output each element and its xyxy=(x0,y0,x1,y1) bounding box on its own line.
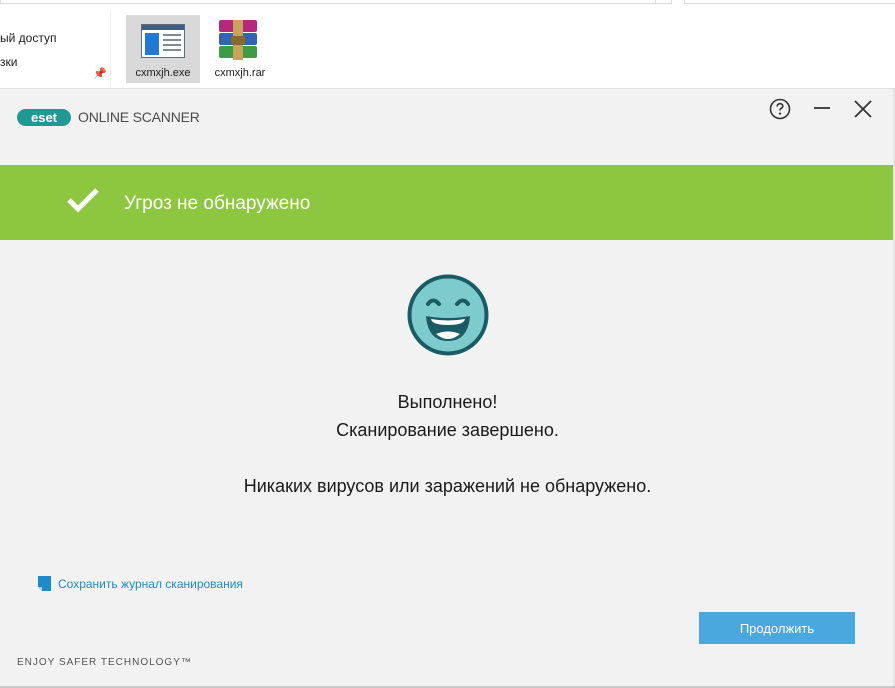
nav-item-downloads[interactable]: зки xyxy=(0,55,17,69)
result-subtitle: Сканирование завершено. xyxy=(336,420,559,440)
status-banner: Угроз не обнаружено xyxy=(0,165,895,240)
close-button[interactable] xyxy=(851,97,875,121)
save-scan-log-label: Сохранить журнал сканирования xyxy=(58,576,243,591)
file-name: cxmxjh.exe xyxy=(135,67,191,79)
pin-icon: 📌 xyxy=(93,68,107,80)
exe-file-icon xyxy=(141,24,185,58)
status-banner-text: Угроз не обнаружено xyxy=(124,193,311,214)
nav-item-quick-access[interactable]: ый доступ xyxy=(0,31,56,45)
address-bar[interactable] xyxy=(0,0,672,4)
file-explorer-background: ый доступ зки 📌 cxmxjh.exe cxmxjh.rar xyxy=(0,0,895,88)
minimize-button[interactable] xyxy=(810,97,834,121)
eset-scanner-window: eset ONLINE SCANNER Угроз не обнаружено xyxy=(0,88,895,688)
smiley-face-icon xyxy=(407,274,489,356)
help-button[interactable] xyxy=(768,97,792,121)
result-details: Никаких вирусов или заражений не обнаруж… xyxy=(243,476,652,496)
winrar-archive-icon xyxy=(219,20,257,60)
search-box[interactable] xyxy=(684,0,895,4)
minimize-icon xyxy=(814,107,830,109)
file-name: cxmxjh.rar xyxy=(214,67,266,79)
save-log-icon xyxy=(38,576,51,591)
product-name: ONLINE SCANNER xyxy=(78,109,200,125)
address-bar-divider xyxy=(655,0,656,4)
file-item-exe[interactable]: cxmxjh.exe xyxy=(126,15,200,83)
navigation-pane: ый доступ зки 📌 xyxy=(0,12,111,88)
close-icon xyxy=(854,100,872,118)
help-icon xyxy=(769,98,791,120)
result-title: Выполнено! xyxy=(397,392,498,412)
file-item-rar[interactable]: cxmxjh.rar xyxy=(203,15,277,83)
continue-button[interactable]: Продолжить xyxy=(699,612,855,644)
checkmark-icon xyxy=(67,188,99,213)
save-scan-log-link[interactable]: Сохранить журнал сканирования xyxy=(38,576,243,591)
eset-logo: eset xyxy=(17,109,71,126)
footer-slogan: ENJOY SAFER TECHNOLOGY™ xyxy=(17,657,192,668)
svg-text:eset: eset xyxy=(31,110,58,125)
